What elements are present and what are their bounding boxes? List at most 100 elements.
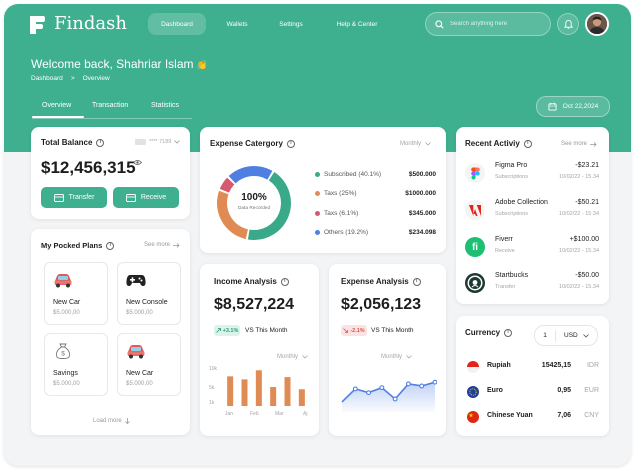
- plan-item[interactable]: New Car $5.000,00: [117, 333, 181, 396]
- findash-logo-icon: [30, 16, 45, 34]
- info-icon[interactable]: i: [106, 241, 115, 250]
- legend-value: $345.000: [408, 210, 436, 217]
- x-tick-label: Aj: [303, 411, 307, 417]
- clap-icon: 👏: [196, 60, 209, 70]
- card-chip-icon: [135, 139, 146, 145]
- activity-item[interactable]: Startbucks Transfer -$50.00 10/02/22 - 1…: [465, 271, 599, 299]
- income-bar: [255, 370, 262, 406]
- activity-time: 10/02/22 - 15.34: [558, 248, 599, 254]
- income-bar: [298, 389, 305, 406]
- base-currency[interactable]: USD: [564, 332, 578, 339]
- chevron-down-icon: [425, 142, 431, 146]
- gamepad-icon: [126, 275, 146, 286]
- currency-row[interactable]: Chinese Yuan 7,06 CNY: [467, 411, 599, 425]
- transfer-button[interactable]: Transfer: [41, 187, 107, 208]
- activity-time: 10/02/22 - 15.34: [558, 211, 599, 217]
- expense-point: [432, 379, 437, 385]
- income-analysis-label: Income Analysis: [214, 277, 277, 286]
- currency-row[interactable]: Rupiah 15425,15 IDR: [467, 361, 599, 375]
- currency-converter-input[interactable]: 1 USD: [534, 325, 598, 346]
- nav-dashboard[interactable]: Dashboard: [148, 13, 206, 35]
- activity-type: Receive: [495, 248, 515, 254]
- car-icon: [127, 345, 145, 359]
- expense-period-dropdown[interactable]: Monthly: [381, 354, 412, 360]
- load-more-link[interactable]: Load more: [93, 418, 130, 424]
- currency-value: 15425,15: [541, 362, 571, 369]
- legend-value: $1000.000: [405, 190, 436, 197]
- activity-item[interactable]: Adobe Collection Subscriptions -$50.21 1…: [465, 198, 599, 226]
- expense-vs-label: VS This Month: [371, 327, 414, 334]
- x-tick-label: Mar: [275, 411, 284, 417]
- expense-category-period-dropdown[interactable]: Monthly: [400, 141, 431, 147]
- receive-icon: [125, 193, 136, 202]
- plan-item[interactable]: $ Savings $5.000,00: [44, 333, 108, 396]
- info-icon[interactable]: i: [412, 277, 421, 286]
- nav-settings[interactable]: Settings: [266, 13, 316, 35]
- search-bar[interactable]: [425, 12, 551, 36]
- plan-item[interactable]: New Console $5.000,00: [117, 262, 181, 325]
- legend-label: Others (19.2%): [324, 229, 369, 236]
- car-icon: [54, 274, 72, 288]
- currency-value: 0,95: [557, 387, 571, 394]
- info-icon[interactable]: i: [280, 277, 289, 286]
- activity-name: Adobe Collection: [495, 199, 548, 206]
- arrow-right-icon: [590, 141, 597, 147]
- info-icon[interactable]: i: [96, 138, 105, 147]
- tab-overview[interactable]: Overview: [42, 102, 71, 109]
- recent-activity-label: Recent Activiy: [465, 139, 520, 148]
- receive-button[interactable]: Receive: [113, 187, 179, 208]
- donut-center-label: Data Recorded: [237, 206, 271, 211]
- legend-dot: [315, 172, 320, 177]
- plan-amount: $5.000,00: [53, 381, 80, 387]
- donut-hole: [229, 178, 279, 228]
- date-picker[interactable]: Oct 22,2024: [536, 96, 610, 117]
- indonesia-flag-icon: [467, 361, 479, 373]
- info-icon[interactable]: i: [286, 139, 295, 148]
- currency-row[interactable]: Euro 0,95 EUR: [467, 386, 599, 400]
- income-bar: [284, 377, 291, 406]
- tab-divider: [32, 118, 192, 119]
- expense-point: [405, 381, 411, 387]
- welcome-heading: Welcome back, Shahriar Islam 👏: [31, 57, 208, 71]
- nav-wallets[interactable]: Wallets: [212, 13, 262, 35]
- expense-point: [392, 396, 398, 402]
- user-avatar[interactable]: [585, 12, 609, 36]
- plan-item[interactable]: New Car $5.000,00: [44, 262, 108, 325]
- period-label: Monthly: [400, 141, 422, 147]
- expense-change-value: -2.1%: [350, 327, 365, 334]
- income-period-dropdown[interactable]: Monthly: [277, 354, 308, 360]
- activity-item[interactable]: fi Fiverr Receive +$100.00 10/02/22 - 15…: [465, 235, 599, 263]
- income-bar: [270, 387, 277, 406]
- legend-value: $234.098: [408, 229, 436, 236]
- china-flag-icon: [467, 411, 479, 423]
- expense-point: [352, 386, 358, 392]
- info-icon[interactable]: i: [504, 328, 513, 337]
- transfer-icon: [53, 193, 64, 202]
- transfer-label: Transfer: [68, 194, 95, 201]
- currency-amount[interactable]: 1: [535, 332, 555, 339]
- legend-label: Subscribed (40.1%): [324, 171, 382, 178]
- load-more-label: Load more: [93, 418, 122, 424]
- breadcrumb-home[interactable]: Dashboard: [31, 75, 63, 82]
- expense-donut-chart: [217, 166, 291, 240]
- trend-up-icon: [215, 328, 221, 333]
- plans-see-more-link[interactable]: See more: [144, 242, 180, 248]
- tab-statistics[interactable]: Statistics: [151, 102, 179, 109]
- income-change-value: +3.1%: [222, 327, 239, 334]
- info-icon[interactable]: i: [523, 139, 532, 148]
- card-selector[interactable]: **** 7189: [135, 139, 181, 145]
- legend-dot: [315, 191, 320, 196]
- notification-button[interactable]: [557, 13, 579, 35]
- plan-amount: $5.000,00: [53, 310, 80, 316]
- nav-help-center[interactable]: Help & Center: [324, 13, 390, 35]
- activity-amount: -$23.21: [575, 162, 599, 169]
- search-input[interactable]: [450, 21, 545, 27]
- expense-analysis-label: Expense Analysis: [341, 277, 409, 286]
- activity-see-more-link[interactable]: See more: [561, 141, 597, 147]
- app-frame: Findash Dashboard Wallets Settings Help …: [4, 4, 631, 466]
- tab-transaction[interactable]: Transaction: [92, 102, 128, 109]
- activity-item[interactable]: Figma Pro Subscriptions -$23.21 10/02/22…: [465, 161, 599, 189]
- currency-code: EUR: [584, 387, 599, 394]
- svg-text:$: $: [61, 351, 65, 358]
- eye-icon[interactable]: [133, 159, 142, 166]
